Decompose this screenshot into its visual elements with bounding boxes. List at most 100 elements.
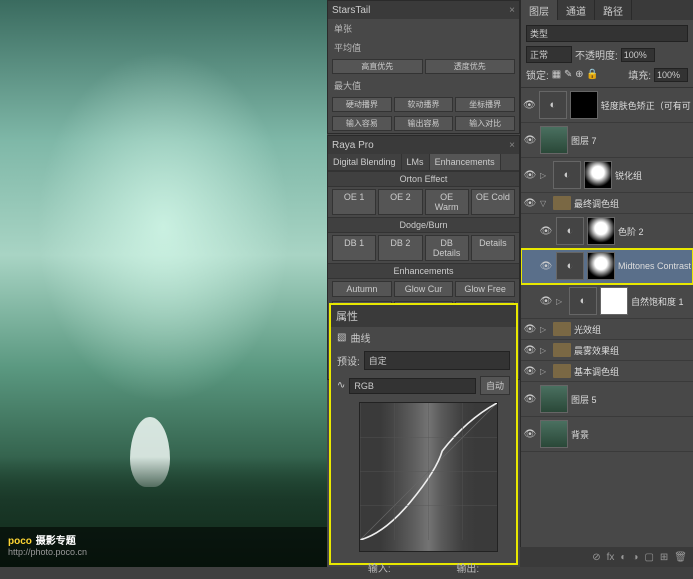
mask-thumb[interactable] (584, 161, 612, 189)
fold-icon[interactable]: ▷ (540, 346, 550, 355)
layer-row[interactable]: 👁 图层 5 (521, 382, 693, 417)
fx-icon[interactable]: fx (607, 552, 615, 563)
mask-thumb[interactable] (587, 217, 615, 245)
fold-icon[interactable]: ▽ (540, 199, 550, 208)
mask-thumb[interactable] (570, 91, 598, 119)
lock-icons[interactable]: ▦ ✎ ⊕ 🔒 (552, 69, 599, 80)
btn-autumn[interactable]: Autumn (332, 281, 392, 297)
link-icon[interactable]: ⊘ (592, 552, 600, 563)
fold-icon[interactable]: ▷ (540, 171, 550, 180)
channel-icon[interactable]: ∿ (337, 380, 345, 391)
preset-select[interactable]: 自定 (364, 351, 510, 370)
visibility-icon[interactable]: 👁 (523, 197, 537, 209)
btn-avg-1[interactable]: 透度优先 (425, 59, 516, 74)
visibility-icon[interactable]: 👁 (539, 295, 553, 307)
visibility-icon[interactable]: 👁 (539, 225, 553, 237)
layer-name[interactable]: 最终调色组 (574, 197, 619, 210)
layer-name[interactable]: 光效组 (574, 323, 601, 336)
visibility-icon[interactable]: 👁 (539, 260, 553, 272)
btn-details[interactable]: Details (471, 235, 515, 261)
btn-bot-0[interactable]: 输入容易 (332, 116, 392, 131)
curve-line[interactable] (360, 403, 497, 540)
layer-row[interactable]: 👁▷ 晨雾效果组 (521, 340, 693, 361)
document-canvas[interactable]: poco 摄影专题 http://photo.poco.cn (0, 0, 327, 567)
close-icon[interactable]: × (509, 5, 515, 16)
btn-glowfree[interactable]: Glow Free (455, 281, 515, 297)
layer-name[interactable]: 色阶 2 (618, 225, 644, 238)
layer-thumb[interactable] (540, 385, 568, 413)
layers-list[interactable]: 👁◐轻度肤色矫正（可有可无👁图层 7👁▷◐锐化组👁▽最终调色组👁◐色阶 2👁◐M… (521, 88, 693, 568)
layer-row[interactable]: 👁▽ 最终调色组 (521, 193, 693, 214)
layer-name[interactable]: 晨雾效果组 (574, 344, 619, 357)
mask-icon[interactable]: ◐ (620, 552, 626, 563)
adjustment-thumb[interactable]: ◐ (569, 287, 597, 315)
visibility-icon[interactable]: 👁 (523, 428, 537, 440)
visibility-icon[interactable]: 👁 (523, 323, 537, 335)
layer-row[interactable]: 👁 图层 7 (521, 123, 693, 158)
mask-thumb[interactable] (600, 287, 628, 315)
visibility-icon[interactable]: 👁 (523, 393, 537, 405)
layer-name[interactable]: 基本调色组 (574, 365, 619, 378)
layer-name[interactable]: 自然饱和度 1 (631, 295, 684, 308)
visibility-icon[interactable]: 👁 (523, 365, 537, 377)
btn-oecold[interactable]: OE Cold (471, 189, 515, 215)
layer-row[interactable]: 👁◐ 色阶 2 (521, 214, 693, 249)
btn-bot-2[interactable]: 输入对比 (455, 116, 515, 131)
btn-max-0[interactable]: 硬动播界 (332, 97, 392, 112)
layer-name[interactable]: 图层 5 (571, 393, 597, 406)
visibility-icon[interactable]: 👁 (523, 99, 536, 111)
layer-row[interactable]: 👁▷ 光效组 (521, 319, 693, 340)
btn-max-2[interactable]: 坐标播界 (455, 97, 515, 112)
layer-name[interactable]: Midtones Contrast (618, 261, 691, 271)
layer-row[interactable]: 👁▷◐ 锐化组 (521, 158, 693, 193)
group-icon[interactable]: ▢ (644, 552, 653, 563)
btn-oe2[interactable]: OE 2 (378, 189, 422, 215)
btn-glowcur[interactable]: Glow Cur (394, 281, 454, 297)
mask-thumb[interactable] (587, 252, 615, 280)
layer-name[interactable]: 轻度肤色矫正（可有可无 (601, 99, 691, 112)
new-layer-icon[interactable]: ⊞ (660, 552, 668, 563)
layer-name[interactable]: 图层 7 (571, 134, 597, 147)
btn-bot-1[interactable]: 输出容易 (394, 116, 454, 131)
layer-row[interactable]: 👁▷ 基本调色组 (521, 361, 693, 382)
layer-thumb[interactable] (540, 420, 568, 448)
tab-paths[interactable]: 路径 (595, 0, 632, 20)
visibility-icon[interactable]: 👁 (523, 169, 537, 181)
tab-layers[interactable]: 图层 (521, 0, 558, 20)
layer-name[interactable]: 背景 (571, 428, 589, 441)
fill-value[interactable]: 100% (654, 68, 688, 82)
layer-row[interactable]: 👁 背景 (521, 417, 693, 452)
adjustment-thumb[interactable]: ◐ (556, 252, 584, 280)
auto-button[interactable]: 自动 (480, 376, 510, 395)
tab-lms[interactable]: LMs (402, 154, 430, 170)
btn-db1[interactable]: DB 1 (332, 235, 376, 261)
close-icon[interactable]: × (509, 140, 515, 151)
adjustment-thumb[interactable]: ◐ (539, 91, 567, 119)
curves-graph[interactable] (359, 402, 498, 552)
trash-icon[interactable]: 🗑 (674, 552, 687, 563)
layer-row[interactable]: 👁▷◐ 自然饱和度 1 (521, 284, 693, 319)
layer-name[interactable]: 锐化组 (615, 169, 642, 182)
btn-avg-0[interactable]: 高直优先 (332, 59, 423, 74)
tab-digital-blending[interactable]: Digital Blending (328, 154, 402, 170)
tab-channels[interactable]: 通道 (558, 0, 595, 20)
fold-icon[interactable]: ▷ (540, 325, 550, 334)
btn-dbdet[interactable]: DB Details (425, 235, 469, 261)
visibility-icon[interactable]: 👁 (523, 344, 537, 356)
tab-enhancements[interactable]: Enhancements (430, 154, 501, 170)
btn-oewarm[interactable]: OE Warm (425, 189, 469, 215)
channel-select[interactable]: RGB (349, 378, 476, 394)
btn-oe1[interactable]: OE 1 (332, 189, 376, 215)
layer-row[interactable]: 👁◐ Midtones Contrast (521, 249, 693, 284)
fold-icon[interactable]: ▷ (556, 297, 566, 306)
adjustment-thumb[interactable]: ◐ (553, 161, 581, 189)
opacity-value[interactable]: 100% (621, 48, 655, 62)
adjustment-icon[interactable]: ◑ (632, 552, 638, 563)
btn-max-1[interactable]: 软动播界 (394, 97, 454, 112)
btn-db2[interactable]: DB 2 (378, 235, 422, 261)
filter-kind[interactable]: 类型 (526, 25, 688, 42)
visibility-icon[interactable]: 👁 (523, 134, 537, 146)
fold-icon[interactable]: ▷ (540, 367, 550, 376)
blend-mode-select[interactable]: 正常 (526, 46, 572, 63)
adjustment-thumb[interactable]: ◐ (556, 217, 584, 245)
